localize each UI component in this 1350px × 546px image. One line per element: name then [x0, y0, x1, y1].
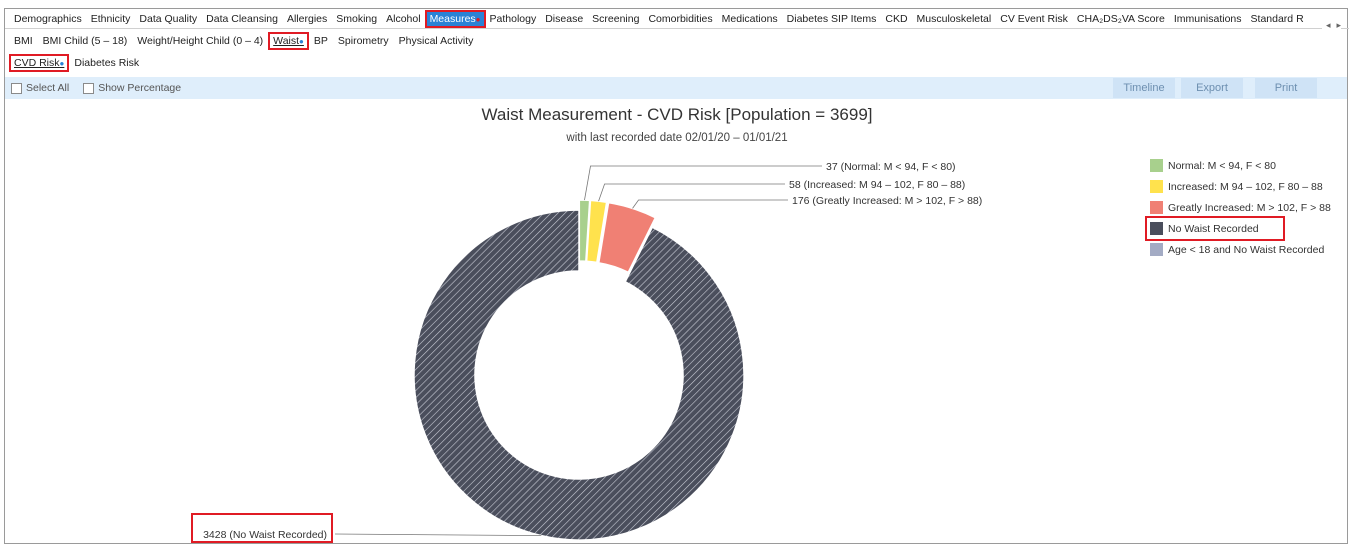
chart-legend: Normal: M < 94, F < 80 Increased: M 94 – …	[1145, 155, 1331, 260]
app-frame: Demographics Ethnicity Data Quality Data Cl…	[4, 8, 1349, 544]
legend-item[interactable]: Greatly Increased: M > 102, F > 88	[1150, 197, 1331, 218]
legend-swatch	[1150, 201, 1163, 214]
legend-swatch	[1150, 159, 1163, 172]
leader-line	[598, 183, 785, 202]
legend-item[interactable]: Normal: M < 94, F < 80	[1150, 155, 1331, 176]
legend-item[interactable]: Age < 18 and No Waist Recorded	[1150, 239, 1331, 260]
legend-swatch	[1150, 243, 1163, 256]
no-waist-callout	[191, 513, 333, 543]
legend-swatch	[1150, 222, 1163, 235]
legend-item[interactable]: Increased: M 94 – 102, F 80 – 88	[1150, 176, 1331, 197]
legend-item[interactable]: No Waist Recorded	[1145, 216, 1285, 241]
data-label: 37 (Normal: M < 94, F < 80)	[826, 161, 956, 173]
leader-line	[584, 165, 822, 201]
data-label: 176 (Greatly Increased: M > 102, F > 88)	[792, 195, 982, 207]
legend-label: No Waist Recorded	[1168, 222, 1259, 235]
legend-label: Normal: M < 94, F < 80	[1168, 159, 1276, 172]
legend-swatch	[1150, 180, 1163, 193]
data-label: 58 (Increased: M 94 – 102, F 80 – 88)	[789, 179, 965, 191]
legend-label: Age < 18 and No Waist Recorded	[1168, 243, 1325, 256]
leader-line	[632, 199, 788, 209]
legend-label: Greatly Increased: M > 102, F > 88	[1168, 201, 1331, 214]
pie-slice[interactable]	[413, 209, 745, 541]
leader-line	[334, 533, 542, 537]
legend-label: Increased: M 94 – 102, F 80 – 88	[1168, 180, 1323, 193]
donut-chart: 37 (Normal: M < 94, F < 80) 58 (Increased…	[203, 161, 982, 541]
